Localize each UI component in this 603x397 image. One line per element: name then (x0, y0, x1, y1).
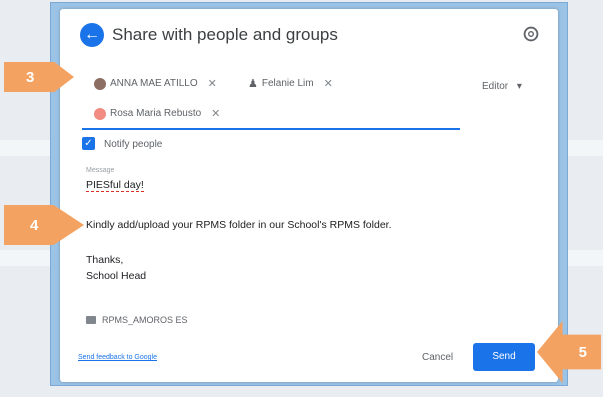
share-dialog: ← Share with people and groups ANNA MAE … (60, 9, 558, 382)
avatar (94, 77, 106, 90)
notify-checkbox[interactable]: ✓ (82, 137, 95, 150)
notify-label: Notify people (104, 139, 163, 150)
feedback-link[interactable]: Send feedback to Google (78, 354, 157, 361)
arrow-left-icon: ← (84, 26, 100, 43)
gear-icon (523, 26, 539, 42)
chevron-down-icon: ▾ (516, 81, 522, 92)
message-label: Message (86, 167, 115, 174)
folder-icon (86, 316, 96, 324)
role-label: Editor (482, 81, 509, 92)
back-button[interactable]: ← (80, 23, 104, 47)
recipients-input-underline (82, 128, 460, 130)
attachment-item[interactable]: RPMS_AMOROS ES (86, 315, 188, 325)
role-dropdown[interactable]: Editor ▾ (482, 81, 522, 92)
recipient-chip[interactable]: ♟ Felanie Lim ✕ (248, 77, 333, 90)
message-line[interactable]: School Head (86, 270, 146, 282)
remove-recipient-icon[interactable]: ✕ (211, 107, 220, 120)
send-button[interactable]: Send (473, 343, 535, 371)
recipient-name: Rosa Maria Rebusto (110, 108, 202, 119)
remove-recipient-icon[interactable]: ✕ (208, 77, 217, 90)
message-line[interactable]: Kindly add/upload your RPMS folder in ou… (86, 219, 392, 231)
recipient-chip[interactable]: Rosa Maria Rebusto ✕ (94, 107, 220, 120)
settings-button[interactable] (520, 23, 542, 45)
message-line[interactable]: Thanks, (86, 254, 123, 266)
recipient-name: ANNA MAE ATILLO (110, 78, 198, 89)
message-line[interactable]: PIESful day! (86, 179, 144, 192)
dialog-title: Share with people and groups (112, 25, 338, 44)
avatar (94, 107, 106, 120)
recipient-chip[interactable]: ANNA MAE ATILLO ✕ (94, 77, 217, 90)
remove-recipient-icon[interactable]: ✕ (324, 77, 333, 90)
cancel-button[interactable]: Cancel (422, 352, 453, 363)
person-icon: ♟ (248, 78, 258, 90)
recipient-name: Felanie Lim (261, 78, 314, 89)
attachment-name: RPMS_AMOROS ES (102, 315, 188, 325)
